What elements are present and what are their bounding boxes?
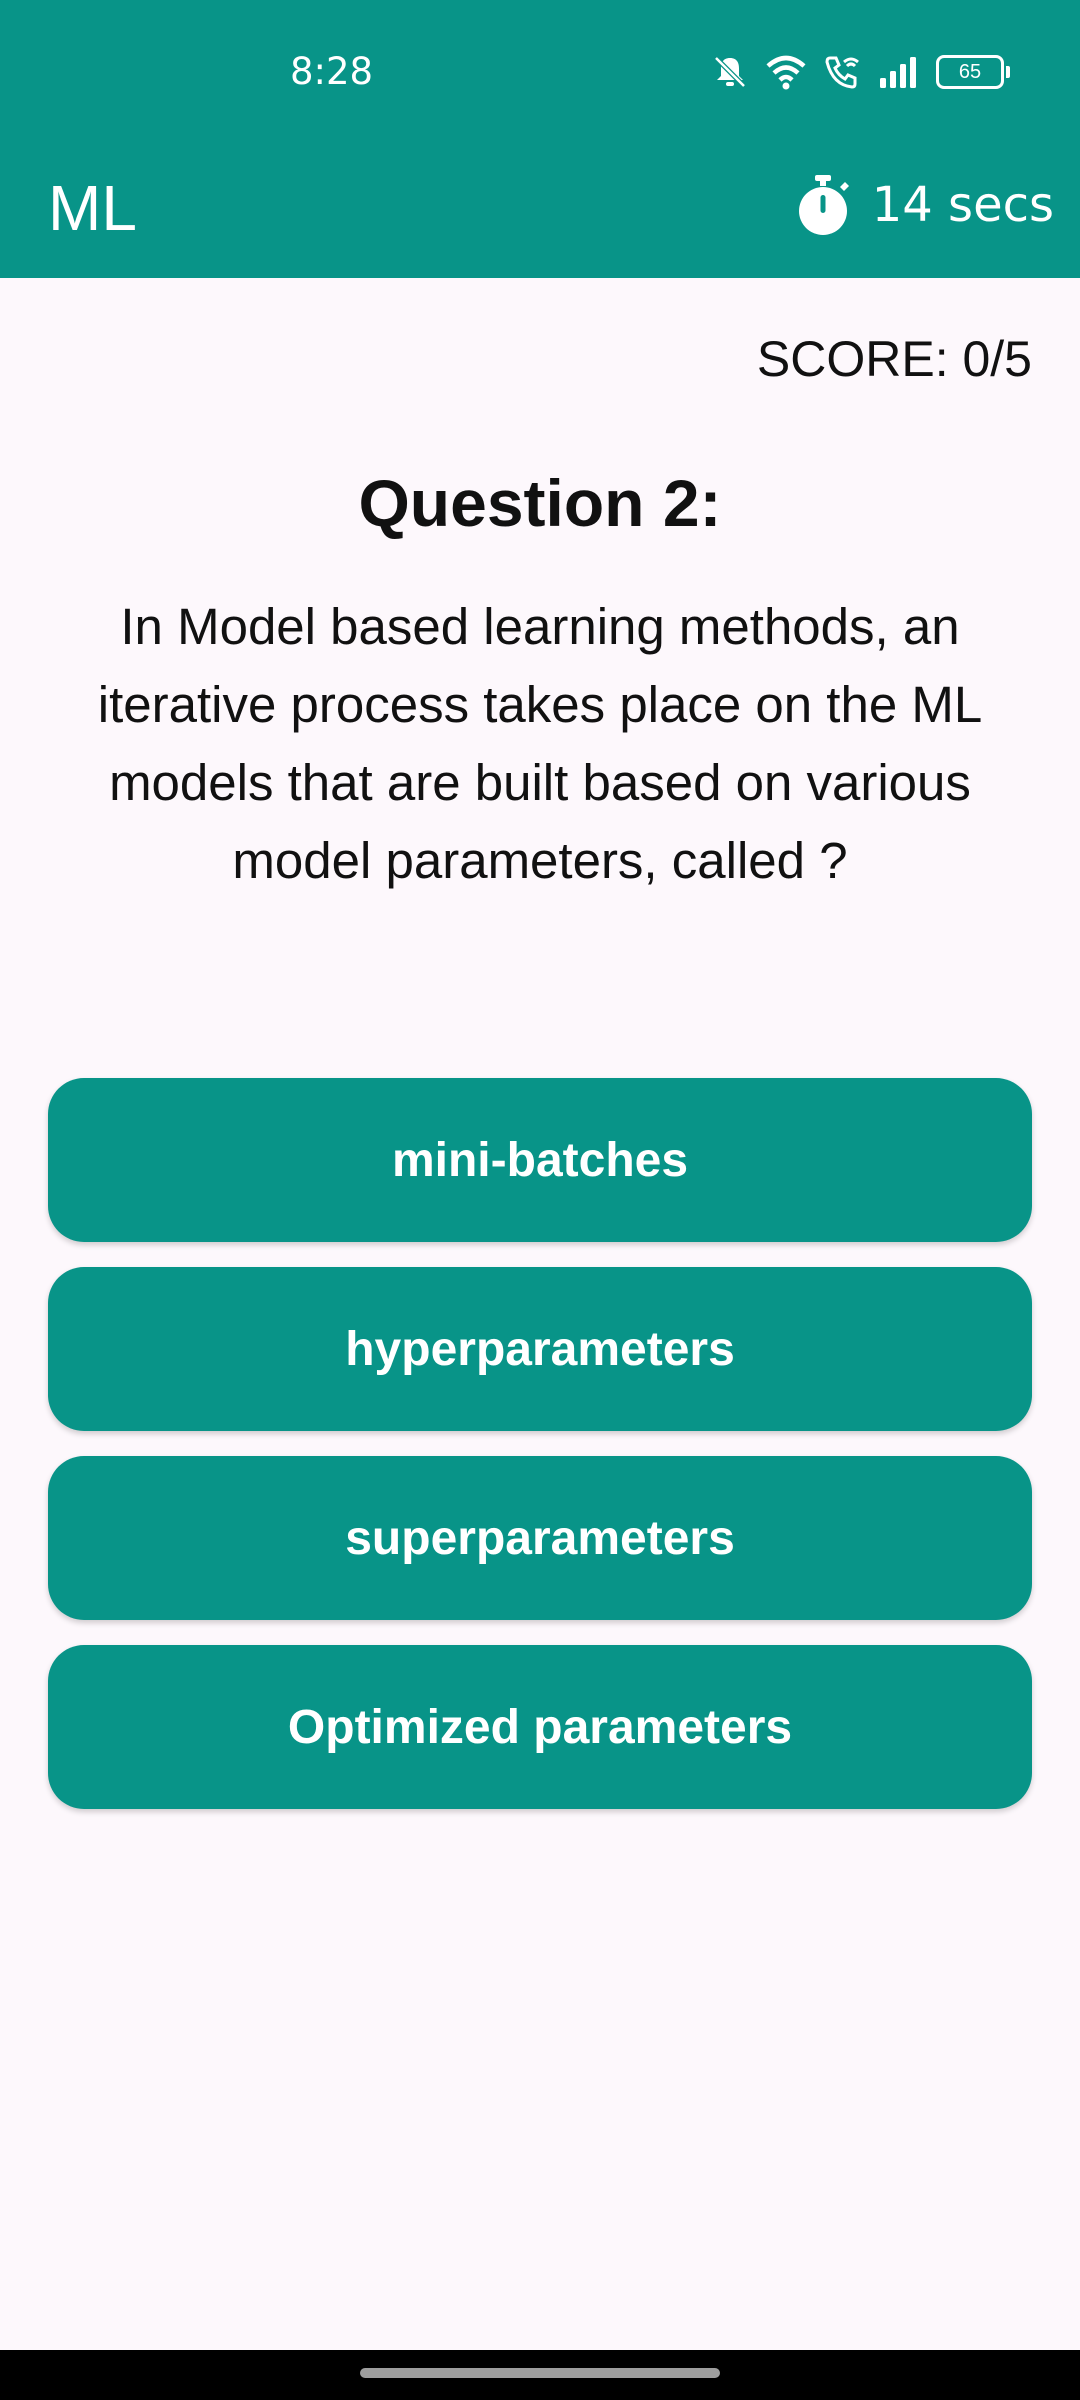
status-time: 8:28 [290,50,374,93]
status-icons: 65 [696,52,1010,92]
status-bar: 8:28 65 [0,0,1080,143]
app-title: ML [48,172,137,244]
wifi-icon [766,55,806,90]
signal-icon [880,57,916,88]
score-label: SCORE: 0/5 [756,331,1032,387]
timer-text: 14 secs [871,177,1054,233]
question-text: In Model based learning methods, an iter… [97,598,983,889]
app-bar: ML 14 secs [0,143,1080,278]
wifi-call-icon [825,56,859,89]
home-indicator[interactable] [360,2368,720,2378]
timer: 14 secs [794,155,1054,255]
answer-button-mini-batches[interactable]: mini-batches [48,1078,1032,1242]
answer-button-optimized-parameters[interactable]: Optimized parameters [48,1645,1032,1809]
answer-button-hyperparameters[interactable]: hyperparameters [48,1267,1032,1431]
answer-button-superparameters[interactable]: superparameters [48,1456,1032,1620]
stopwatch-icon [798,175,849,235]
battery-icon: 65 [936,55,1010,89]
navigation-bar [0,2350,1080,2400]
answer-list: mini-batches hyperparameters superparame… [48,1078,1032,1834]
question-title: Question 2: [358,466,722,540]
mute-icon [714,56,746,88]
